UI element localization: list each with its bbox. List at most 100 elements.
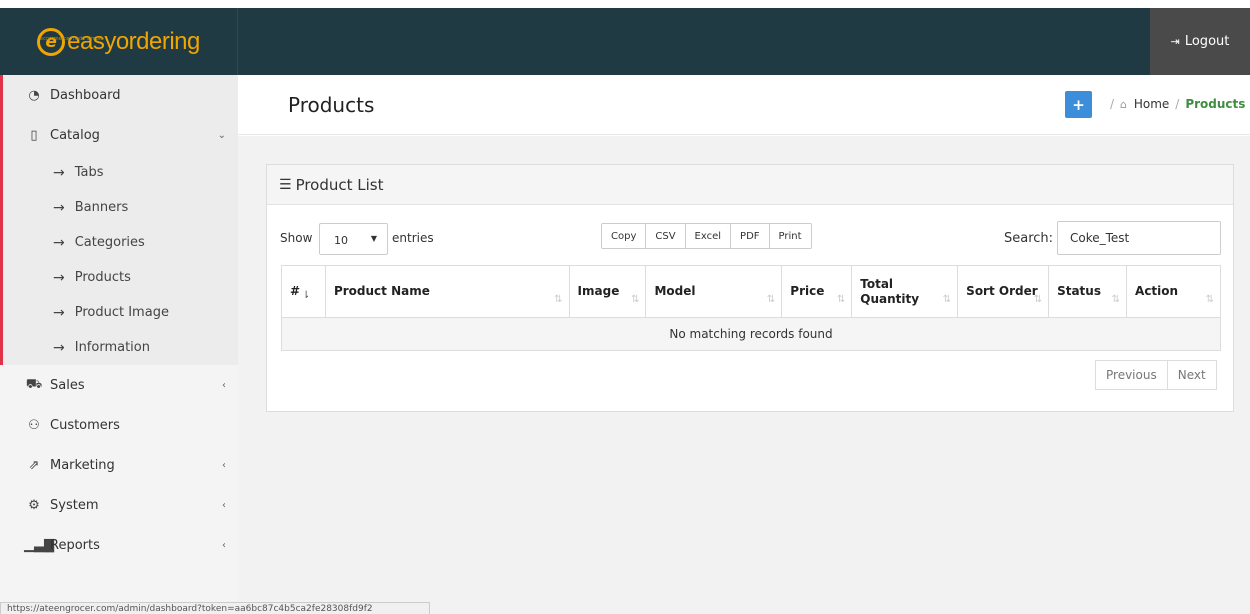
entries-label: entries	[392, 231, 434, 245]
sidebar-subitem-label: Product Image	[74, 305, 169, 320]
chevron-left-icon: ‹	[222, 459, 226, 471]
bar-chart-icon: ▁▃▇	[24, 537, 54, 553]
breadcrumb-current: Products	[1185, 97, 1246, 111]
copy-button[interactable]: Copy	[601, 223, 647, 249]
sidebar-item-label: Catalog	[50, 127, 100, 143]
breadcrumb: / ⌂ Home / Products	[1104, 97, 1245, 111]
column-header-image[interactable]: Image ⇅	[568, 265, 647, 318]
sidebar-item-label: Sales	[50, 377, 85, 393]
content-area: ☰ Product List Show 10 ▼ entries Copy CS…	[238, 136, 1250, 614]
home-icon: ⌂	[1120, 98, 1128, 111]
chevron-left-icon: ‹	[222, 379, 226, 391]
product-list-panel: ☰ Product List Show 10 ▼ entries Copy CS…	[266, 164, 1234, 412]
sort-icon: ⇅	[1033, 294, 1043, 305]
breadcrumb-separator: /	[1110, 97, 1115, 111]
column-header-model[interactable]: Model ⇅	[645, 265, 783, 318]
arrow-right-icon: →	[53, 304, 65, 321]
column-header-product-name[interactable]: Product Name ⇅	[324, 265, 570, 318]
brand-logo[interactable]: e easyordering ecommerce made simple	[0, 8, 238, 75]
next-page-button[interactable]: Next	[1166, 360, 1217, 390]
sidebar-item-catalog[interactable]: ▯ Catalog ⌄	[3, 115, 238, 155]
arrow-right-icon: →	[53, 339, 65, 356]
export-button-group: Copy CSV Excel PDF Print	[601, 223, 812, 249]
sidebar-item-dashboard[interactable]: ◔ Dashboard	[3, 75, 238, 115]
add-product-button[interactable]: +	[1065, 91, 1092, 118]
column-header-status[interactable]: Status ⇅	[1048, 265, 1128, 318]
column-header-total-quantity[interactable]: Total Quantity ⇅	[851, 265, 959, 318]
chevron-down-icon: ⌄	[217, 129, 226, 141]
excel-button[interactable]: Excel	[684, 223, 732, 249]
sidebar-subitem-label: Banners	[74, 200, 129, 215]
sidebar-subitem-label: Products	[74, 270, 131, 285]
sidebar: ◔ Dashboard ▯ Catalog ⌄ → Tabs → Banners…	[0, 75, 238, 614]
sort-icon: ⇅	[1111, 294, 1121, 305]
sidebar-item-system[interactable]: ⚙ System ‹	[0, 485, 238, 525]
sidebar-item-label: Marketing	[50, 457, 115, 473]
sort-icon: ⇅	[766, 294, 776, 305]
sidebar-item-customers[interactable]: ⚇ Customers	[0, 405, 238, 445]
column-header-number[interactable]: # ⇂	[281, 265, 326, 318]
sidebar-item-label: System	[50, 497, 99, 513]
show-label: Show	[280, 231, 313, 245]
top-bar: e easyordering ecommerce made simple ⇥ L…	[0, 8, 1250, 75]
breadcrumb-home-link[interactable]: ⌂ Home	[1120, 97, 1169, 111]
gear-icon: ⚙	[28, 497, 40, 513]
cart-icon: ⛟	[25, 376, 43, 392]
sort-icon: ⇅	[631, 294, 640, 305]
sidebar-item-marketing[interactable]: ⇗ Marketing ‹	[0, 445, 238, 485]
sort-icon: ⇅	[554, 294, 563, 305]
sidebar-subitem-information[interactable]: → Information	[3, 330, 238, 365]
sidebar-subitem-tabs[interactable]: → Tabs	[3, 155, 238, 190]
catalog-icon: ▯	[30, 127, 38, 143]
sidebar-subitem-label: Tabs	[74, 165, 104, 180]
browser-status-url: https://ateengrocer.com/admin/dashboard?…	[0, 602, 430, 614]
user-icon: ⚇	[28, 417, 40, 433]
content-header: Products + / ⌂ Home / Products	[238, 75, 1250, 135]
previous-page-button[interactable]: Previous	[1095, 360, 1168, 390]
pagination: Previous Next	[1095, 360, 1217, 390]
share-icon: ⇗	[28, 457, 40, 473]
sidebar-subitem-label: Categories	[74, 235, 145, 250]
sidebar-item-sales[interactable]: ⛟ Sales ‹	[0, 365, 238, 405]
csv-button[interactable]: CSV	[645, 223, 686, 249]
sort-asc-icon: ⇂	[302, 290, 311, 301]
column-header-action[interactable]: Action ⇅	[1126, 265, 1221, 318]
products-table: # ⇂ Product Name ⇅ Image ⇅ Model ⇅ Price…	[281, 265, 1221, 351]
sort-icon: ⇅	[942, 294, 952, 305]
pdf-button[interactable]: PDF	[730, 223, 770, 249]
sidebar-subitem-label: Information	[74, 340, 150, 355]
brand-tagline: ecommerce made simple	[40, 36, 104, 42]
empty-table-message: No matching records found	[281, 317, 1221, 351]
sidebar-subitem-products[interactable]: → Products	[3, 260, 238, 295]
sidebar-active-section: ◔ Dashboard ▯ Catalog ⌄ → Tabs → Banners…	[0, 75, 238, 365]
sidebar-subitem-product-image[interactable]: → Product Image	[3, 295, 238, 330]
arrow-right-icon: →	[53, 234, 65, 251]
breadcrumb-home-label: Home	[1133, 97, 1170, 111]
arrow-right-icon: →	[53, 269, 65, 286]
entries-select[interactable]: 10 ▼	[319, 223, 388, 255]
logout-button[interactable]: ⇥ Logout	[1150, 8, 1250, 75]
sidebar-subitem-banners[interactable]: → Banners	[3, 190, 238, 225]
sort-icon: ⇅	[836, 294, 846, 305]
plus-icon: +	[1072, 95, 1085, 114]
search-input[interactable]	[1057, 221, 1221, 255]
chevron-left-icon: ‹	[222, 539, 226, 551]
caret-down-icon: ▼	[370, 234, 377, 243]
entries-value: 10	[334, 234, 348, 247]
sidebar-item-label: Reports	[50, 537, 100, 553]
arrow-right-icon: →	[53, 164, 65, 181]
column-header-sort-order[interactable]: Sort Order ⇅	[957, 265, 1050, 318]
print-button[interactable]: Print	[768, 223, 812, 249]
table-controls: Show 10 ▼ entries Copy CSV Excel PDF Pri…	[267, 221, 1235, 257]
breadcrumb-separator: /	[1175, 97, 1180, 111]
sidebar-subitem-categories[interactable]: → Categories	[3, 225, 238, 260]
sort-icon: ⇅	[1205, 294, 1214, 305]
logout-label: Logout	[1184, 34, 1230, 49]
list-icon: ☰	[279, 176, 292, 193]
sign-out-icon: ⇥	[1170, 35, 1180, 48]
column-header-price[interactable]: Price ⇅	[781, 265, 853, 318]
dashboard-icon: ◔	[28, 87, 40, 103]
sidebar-item-reports[interactable]: ▁▃▇ Reports ‹	[0, 525, 238, 565]
page-title: Products	[288, 93, 375, 117]
sidebar-item-label: Dashboard	[50, 87, 121, 103]
